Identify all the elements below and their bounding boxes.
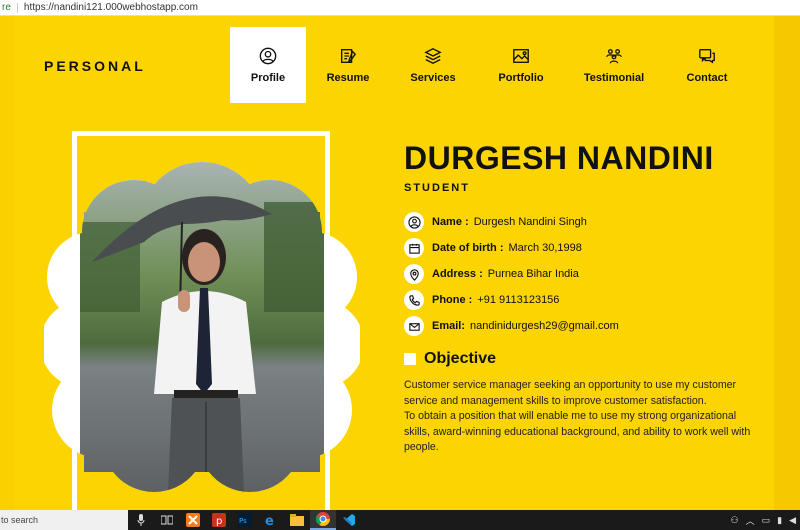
taskbar-search[interactable]: to search xyxy=(0,510,128,530)
nav-label: Services xyxy=(410,71,456,84)
profile-photo xyxy=(40,162,364,492)
objective-text: Customer service manager seeking an oppo… xyxy=(404,378,756,456)
secure-indicator: re xyxy=(2,2,11,13)
objective-heading: Objective xyxy=(404,350,496,368)
detail-label: Phone : xyxy=(432,294,473,306)
taskbar: to search p Ps e ⚇ ︿ ▭ ▮ ◀ xyxy=(0,510,800,530)
mail-icon xyxy=(404,316,424,336)
edge-browser-icon[interactable]: e xyxy=(258,510,284,530)
people-tray-icon[interactable]: ⚇ xyxy=(731,515,739,526)
file-explorer-icon[interactable] xyxy=(284,510,310,530)
calendar-icon xyxy=(404,238,424,258)
nav-label: Portfolio xyxy=(498,71,544,84)
detail-label: Date of birth : xyxy=(432,242,504,254)
location-icon xyxy=(404,264,424,284)
profile-details: Name : Durgesh Nandini Singh Date of bir… xyxy=(404,209,619,339)
detail-value: Durgesh Nandini Singh xyxy=(473,216,587,228)
browser-address-bar[interactable]: re https://nandini121.000webhostapp.com xyxy=(0,0,800,16)
phone-icon xyxy=(404,290,424,310)
detail-name: Name : Durgesh Nandini Singh xyxy=(404,209,619,235)
nav-testimonial[interactable]: Testimonial xyxy=(566,27,662,103)
system-tray: ⚇ ︿ ▭ ▮ ◀ xyxy=(731,514,800,527)
objective-title: Objective xyxy=(424,350,497,367)
presentation-app-icon[interactable]: p xyxy=(206,510,232,530)
detail-label: Name : xyxy=(432,216,469,228)
divider xyxy=(16,2,18,13)
nav-resume[interactable]: Resume xyxy=(306,27,390,103)
site-logo[interactable]: PERSONAL xyxy=(44,58,146,74)
people-icon xyxy=(606,48,622,63)
nav-profile[interactable]: Profile xyxy=(230,27,306,103)
chrome-icon[interactable] xyxy=(310,510,336,530)
volume-icon[interactable]: ◀ xyxy=(789,515,796,526)
svg-text:p: p xyxy=(216,516,222,527)
nav-label: Resume xyxy=(326,71,370,84)
photoshop-icon[interactable]: Ps xyxy=(232,510,258,530)
detail-label: Email: xyxy=(432,320,466,332)
nav-label: Profile xyxy=(250,71,286,84)
page-edge-right xyxy=(774,16,800,510)
task-view-icon[interactable] xyxy=(154,510,180,530)
network-icon[interactable]: ▭ xyxy=(762,515,771,526)
nav-contact[interactable]: Contact xyxy=(662,27,752,103)
microphone-icon[interactable] xyxy=(128,510,154,530)
detail-value: Purnea Bihar India xyxy=(487,268,579,280)
nav-label: Testimonial xyxy=(583,71,645,84)
resume-icon xyxy=(341,48,357,63)
profile-name: DURGESH NANDINI xyxy=(404,140,714,176)
url-text[interactable]: https://nandini121.000webhostapp.com xyxy=(24,2,198,13)
svg-text:Ps: Ps xyxy=(239,517,247,525)
layers-icon xyxy=(424,47,442,64)
profile-icon xyxy=(259,47,277,64)
user-icon xyxy=(404,212,424,232)
page-edge-left xyxy=(0,16,14,510)
chat-icon xyxy=(699,48,715,64)
objective-paragraph: Customer service manager seeking an oppo… xyxy=(404,379,737,407)
square-icon xyxy=(404,353,416,365)
chevron-up-icon[interactable]: ︿ xyxy=(746,514,755,527)
objective-paragraph: To obtain a position that will enable me… xyxy=(404,410,751,454)
detail-email: Email: nandinidurgesh29@gmail.com xyxy=(404,313,619,339)
detail-dob: Date of birth : March 30,1998 xyxy=(404,235,619,261)
detail-phone: Phone : +91 9113123156 xyxy=(404,287,619,313)
detail-address: Address : Purnea Bihar India xyxy=(404,261,619,287)
image-icon xyxy=(513,48,529,63)
nav-services[interactable]: Services xyxy=(390,27,476,103)
battery-icon[interactable]: ▮ xyxy=(777,515,782,526)
svg-text:e: e xyxy=(265,514,274,527)
nav-portfolio[interactable]: Portfolio xyxy=(476,27,566,103)
detail-value: March 30,1998 xyxy=(508,242,582,254)
page: PERSONAL Profile Resume Services Portfol… xyxy=(0,16,800,510)
xampp-icon[interactable] xyxy=(180,510,206,530)
detail-value[interactable]: +91 9113123156 xyxy=(477,294,559,306)
vscode-icon[interactable] xyxy=(336,510,362,530)
main-nav: Profile Resume Services Portfolio Testim… xyxy=(230,27,752,103)
profile-role: STUDENT xyxy=(404,182,470,194)
detail-label: Address : xyxy=(432,268,483,280)
detail-value[interactable]: nandinidurgesh29@gmail.com xyxy=(470,320,619,332)
nav-label: Contact xyxy=(686,71,728,84)
